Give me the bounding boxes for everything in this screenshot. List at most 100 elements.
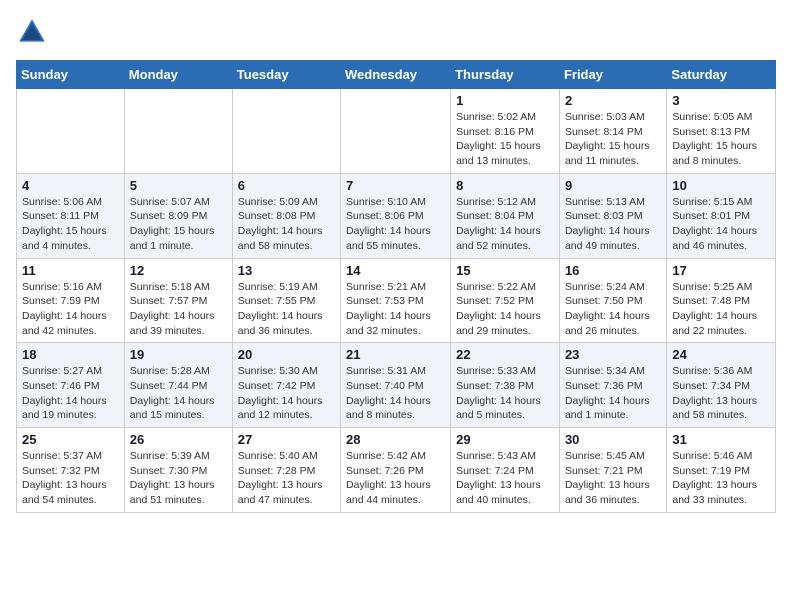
day-info: Sunrise: 5:03 AM Sunset: 8:14 PM Dayligh…: [565, 110, 661, 169]
day-info: Sunrise: 5:21 AM Sunset: 7:53 PM Dayligh…: [346, 280, 445, 339]
day-info: Sunrise: 5:31 AM Sunset: 7:40 PM Dayligh…: [346, 364, 445, 423]
weekday-header-cell: Saturday: [667, 61, 776, 89]
weekday-header-cell: Monday: [124, 61, 232, 89]
calendar-cell: 20 Sunrise: 5:30 AM Sunset: 7:42 PM Dayli…: [232, 343, 340, 428]
day-info: Sunrise: 5:36 AM Sunset: 7:34 PM Dayligh…: [672, 364, 770, 423]
day-info: Sunrise: 5:02 AM Sunset: 8:16 PM Dayligh…: [456, 110, 554, 169]
calendar-cell: 16 Sunrise: 5:24 AM Sunset: 7:50 PM Dayli…: [559, 258, 666, 343]
weekday-header-cell: Thursday: [451, 61, 560, 89]
day-info: Sunrise: 5:05 AM Sunset: 8:13 PM Dayligh…: [672, 110, 770, 169]
day-number: 15: [456, 263, 554, 278]
day-number: 17: [672, 263, 770, 278]
day-number: 26: [130, 432, 227, 447]
weekday-header-cell: Wednesday: [341, 61, 451, 89]
day-number: 2: [565, 93, 661, 108]
calendar-body: 1 Sunrise: 5:02 AM Sunset: 8:16 PM Daylig…: [17, 89, 776, 513]
day-info: Sunrise: 5:24 AM Sunset: 7:50 PM Dayligh…: [565, 280, 661, 339]
day-number: 5: [130, 178, 227, 193]
calendar-cell: 4Sunrise: 5:06 AM Sunset: 8:11 PM Daylig…: [17, 173, 125, 258]
day-number: 29: [456, 432, 554, 447]
day-number: 1: [456, 93, 554, 108]
day-number: 25: [22, 432, 119, 447]
calendar-cell: 15 Sunrise: 5:22 AM Sunset: 7:52 PM Dayli…: [451, 258, 560, 343]
day-number: 14: [346, 263, 445, 278]
day-info: Sunrise: 5:46 AM Sunset: 7:19 PM Dayligh…: [672, 449, 770, 508]
calendar-cell: 30 Sunrise: 5:45 AM Sunset: 7:21 PM Dayli…: [559, 428, 666, 513]
calendar-cell: 26 Sunrise: 5:39 AM Sunset: 7:30 PM Dayli…: [124, 428, 232, 513]
day-info: Sunrise: 5:22 AM Sunset: 7:52 PM Dayligh…: [456, 280, 554, 339]
day-number: 12: [130, 263, 227, 278]
day-info: Sunrise: 5:15 AM Sunset: 8:01 PM Dayligh…: [672, 195, 770, 254]
weekday-header-cell: Sunday: [17, 61, 125, 89]
calendar-cell: 5 Sunrise: 5:07 AM Sunset: 8:09 PM Daylig…: [124, 173, 232, 258]
weekday-header-row: SundayMondayTuesdayWednesdayThursdayFrid…: [17, 61, 776, 89]
calendar-cell: 14 Sunrise: 5:21 AM Sunset: 7:53 PM Dayli…: [341, 258, 451, 343]
day-number: 19: [130, 347, 227, 362]
calendar-cell: 17 Sunrise: 5:25 AM Sunset: 7:48 PM Dayli…: [667, 258, 776, 343]
day-info: Sunrise: 5:39 AM Sunset: 7:30 PM Dayligh…: [130, 449, 227, 508]
day-info: Sunrise: 5:18 AM Sunset: 7:57 PM Dayligh…: [130, 280, 227, 339]
calendar-cell: 3 Sunrise: 5:05 AM Sunset: 8:13 PM Daylig…: [667, 89, 776, 174]
day-info: Sunrise: 5:43 AM Sunset: 7:24 PM Dayligh…: [456, 449, 554, 508]
calendar-cell: 11Sunrise: 5:16 AM Sunset: 7:59 PM Dayli…: [17, 258, 125, 343]
day-number: 18: [22, 347, 119, 362]
calendar-cell: 7 Sunrise: 5:10 AM Sunset: 8:06 PM Daylig…: [341, 173, 451, 258]
calendar-cell: [232, 89, 340, 174]
calendar-cell: [341, 89, 451, 174]
day-number: 30: [565, 432, 661, 447]
logo: [16, 16, 52, 48]
logo-icon: [16, 16, 48, 48]
day-info: Sunrise: 5:09 AM Sunset: 8:08 PM Dayligh…: [238, 195, 335, 254]
calendar-cell: 6Sunrise: 5:09 AM Sunset: 8:08 PM Daylig…: [232, 173, 340, 258]
calendar-cell: 12 Sunrise: 5:18 AM Sunset: 7:57 PM Dayli…: [124, 258, 232, 343]
day-info: Sunrise: 5:19 AM Sunset: 7:55 PM Dayligh…: [238, 280, 335, 339]
calendar-week-row: 11Sunrise: 5:16 AM Sunset: 7:59 PM Dayli…: [17, 258, 776, 343]
day-info: Sunrise: 5:33 AM Sunset: 7:38 PM Dayligh…: [456, 364, 554, 423]
day-number: 24: [672, 347, 770, 362]
weekday-header-cell: Friday: [559, 61, 666, 89]
day-info: Sunrise: 5:12 AM Sunset: 8:04 PM Dayligh…: [456, 195, 554, 254]
calendar-cell: 22 Sunrise: 5:33 AM Sunset: 7:38 PM Dayli…: [451, 343, 560, 428]
weekday-header-cell: Tuesday: [232, 61, 340, 89]
calendar-week-row: 25 Sunrise: 5:37 AM Sunset: 7:32 PM Dayli…: [17, 428, 776, 513]
calendar-week-row: 4Sunrise: 5:06 AM Sunset: 8:11 PM Daylig…: [17, 173, 776, 258]
calendar-cell: 31Sunrise: 5:46 AM Sunset: 7:19 PM Dayli…: [667, 428, 776, 513]
calendar-cell: 18Sunrise: 5:27 AM Sunset: 7:46 PM Dayli…: [17, 343, 125, 428]
day-number: 3: [672, 93, 770, 108]
calendar-week-row: 18Sunrise: 5:27 AM Sunset: 7:46 PM Dayli…: [17, 343, 776, 428]
calendar-cell: 9Sunrise: 5:13 AM Sunset: 8:03 PM Daylig…: [559, 173, 666, 258]
day-info: Sunrise: 5:25 AM Sunset: 7:48 PM Dayligh…: [672, 280, 770, 339]
calendar-cell: 21Sunrise: 5:31 AM Sunset: 7:40 PM Dayli…: [341, 343, 451, 428]
day-info: Sunrise: 5:34 AM Sunset: 7:36 PM Dayligh…: [565, 364, 661, 423]
day-info: Sunrise: 5:40 AM Sunset: 7:28 PM Dayligh…: [238, 449, 335, 508]
day-info: Sunrise: 5:45 AM Sunset: 7:21 PM Dayligh…: [565, 449, 661, 508]
calendar-cell: 8Sunrise: 5:12 AM Sunset: 8:04 PM Daylig…: [451, 173, 560, 258]
calendar-cell: 27Sunrise: 5:40 AM Sunset: 7:28 PM Dayli…: [232, 428, 340, 513]
day-info: Sunrise: 5:10 AM Sunset: 8:06 PM Dayligh…: [346, 195, 445, 254]
day-info: Sunrise: 5:30 AM Sunset: 7:42 PM Dayligh…: [238, 364, 335, 423]
day-number: 16: [565, 263, 661, 278]
calendar-cell: 2 Sunrise: 5:03 AM Sunset: 8:14 PM Daylig…: [559, 89, 666, 174]
day-number: 22: [456, 347, 554, 362]
day-info: Sunrise: 5:06 AM Sunset: 8:11 PM Dayligh…: [22, 195, 119, 254]
calendar-table: SundayMondayTuesdayWednesdayThursdayFrid…: [16, 60, 776, 513]
day-number: 9: [565, 178, 661, 193]
day-number: 11: [22, 263, 119, 278]
calendar-cell: [17, 89, 125, 174]
day-number: 28: [346, 432, 445, 447]
calendar-cell: [124, 89, 232, 174]
calendar-week-row: 1 Sunrise: 5:02 AM Sunset: 8:16 PM Daylig…: [17, 89, 776, 174]
calendar-cell: 10Sunrise: 5:15 AM Sunset: 8:01 PM Dayli…: [667, 173, 776, 258]
calendar-cell: 23Sunrise: 5:34 AM Sunset: 7:36 PM Dayli…: [559, 343, 666, 428]
calendar-cell: 1 Sunrise: 5:02 AM Sunset: 8:16 PM Daylig…: [451, 89, 560, 174]
day-number: 20: [238, 347, 335, 362]
calendar-cell: 25 Sunrise: 5:37 AM Sunset: 7:32 PM Dayli…: [17, 428, 125, 513]
day-info: Sunrise: 5:28 AM Sunset: 7:44 PM Dayligh…: [130, 364, 227, 423]
day-info: Sunrise: 5:07 AM Sunset: 8:09 PM Dayligh…: [130, 195, 227, 254]
calendar-cell: 24 Sunrise: 5:36 AM Sunset: 7:34 PM Dayli…: [667, 343, 776, 428]
page-header: [16, 16, 776, 48]
calendar-cell: 19 Sunrise: 5:28 AM Sunset: 7:44 PM Dayli…: [124, 343, 232, 428]
day-number: 7: [346, 178, 445, 193]
day-info: Sunrise: 5:37 AM Sunset: 7:32 PM Dayligh…: [22, 449, 119, 508]
day-number: 13: [238, 263, 335, 278]
